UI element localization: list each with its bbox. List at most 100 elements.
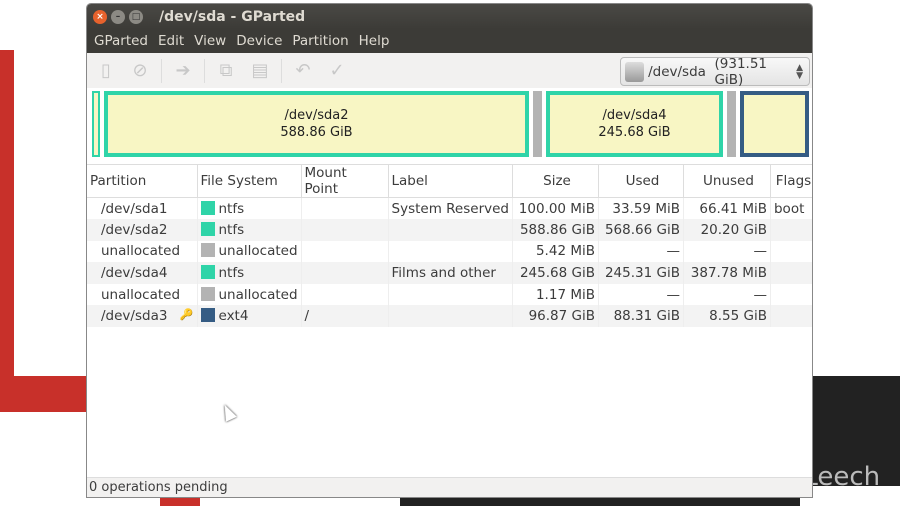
partition-name: /dev/sda2 (101, 221, 168, 238)
col-label[interactable]: Label (388, 164, 513, 198)
map-sda2[interactable]: /dev/sda2 588.86 GiB (104, 91, 529, 157)
window-title: /dev/sda - GParted (159, 8, 306, 25)
cell-mountpoint (301, 283, 389, 306)
cell-label (388, 219, 513, 241)
map-unallocated[interactable] (533, 91, 542, 157)
menu-edit[interactable]: Edit (153, 33, 189, 49)
filesystem: ntfs (218, 265, 245, 282)
resize-move-icon[interactable]: ➔ (170, 58, 196, 84)
table-row[interactable]: /dev/sda3 🔑 ext4 / 96.87 GiB 88.31 GiB 8.… (87, 305, 812, 328)
col-filesystem[interactable]: File System (197, 164, 302, 198)
cell-used: — (598, 283, 684, 306)
maximize-icon[interactable]: □ (129, 9, 143, 24)
minimize-icon[interactable]: – (111, 9, 125, 24)
filesystem: unallocated (218, 243, 298, 260)
cell-flags (770, 262, 812, 284)
undo-icon[interactable]: ↶ (290, 58, 316, 84)
table-row[interactable]: unallocated unallocated 1.17 MiB — — (87, 283, 812, 306)
cell-flags (770, 240, 812, 263)
cell-unused: 387.78 MiB (683, 262, 771, 284)
col-flags[interactable]: Flags (770, 164, 812, 198)
filesystem-color-swatch (200, 308, 215, 323)
background-shape (0, 376, 90, 412)
map-sda4-size: 245.68 GiB (598, 125, 671, 140)
col-unused[interactable]: Unused (683, 164, 771, 198)
partition-name: /dev/sda1 (101, 200, 168, 217)
cell-mountpoint (301, 240, 389, 263)
cell-filesystem: ntfs (197, 219, 302, 241)
col-size[interactable]: Size (512, 164, 599, 198)
copy-icon[interactable]: ⧉ (213, 58, 239, 84)
device-name: /dev/sda (648, 63, 706, 80)
table-row[interactable]: /dev/sda2 ntfs 588.86 GiB 568.66 GiB 20.… (87, 219, 812, 241)
divider (281, 58, 282, 83)
filesystem: unallocated (218, 286, 298, 303)
table-row[interactable]: unallocated unallocated 5.42 MiB — — (87, 240, 812, 263)
hard-disk-icon (625, 61, 645, 82)
divider (204, 58, 205, 83)
menu-device[interactable]: Device (231, 33, 287, 49)
table-row[interactable]: /dev/sda1 ntfs System Reserved 100.00 Mi… (87, 197, 812, 220)
cell-used: 88.31 GiB (598, 305, 684, 328)
map-sda2-name: /dev/sda2 (284, 108, 349, 123)
cell-label (388, 240, 513, 263)
menu-gparted[interactable]: GParted (89, 33, 153, 49)
cell-filesystem: unallocated (197, 283, 302, 306)
cell-label (388, 305, 513, 328)
partition-name: /dev/sda3 (101, 308, 168, 325)
apply-icon[interactable]: ✓ (324, 58, 350, 84)
cell-mountpoint (301, 262, 389, 284)
cell-size: 5.42 MiB (512, 240, 599, 263)
partition-table: Partition File System Mount Point Label … (87, 164, 812, 328)
new-icon[interactable]: ▯ (93, 58, 119, 84)
cell-size: 96.87 GiB (512, 305, 599, 328)
col-used[interactable]: Used (598, 164, 684, 198)
key-icon: 🔑 (179, 308, 194, 322)
device-size: (931.51 GiB) (714, 55, 768, 88)
toolbar: ▯ ⊘ ➔ ⧉ ▤ ↶ ✓ /dev/sda (931.51 GiB) ▲ ▼ (87, 53, 812, 88)
map-sda4[interactable]: /dev/sda4 245.68 GiB (546, 91, 723, 157)
cell-mountpoint (301, 219, 389, 241)
gparted-window: × – □ /dev/sda - GParted GParted Edit Vi… (86, 3, 813, 498)
delete-icon[interactable]: ⊘ (127, 58, 153, 84)
cell-size: 100.00 MiB (512, 197, 599, 220)
cell-unused: 66.41 MiB (683, 197, 771, 220)
menu-view[interactable]: View (189, 33, 231, 49)
filesystem: ntfs (218, 221, 245, 238)
partition-map: /dev/sda2 588.86 GiB /dev/sda4 245.68 Gi… (87, 88, 812, 161)
cell-unused: — (683, 240, 771, 263)
filesystem-color-swatch (200, 221, 215, 236)
filesystem: ntfs (218, 200, 245, 217)
background-shape (160, 498, 200, 506)
table-row[interactable]: /dev/sda4 ntfs Films and other 245.68 Gi… (87, 262, 812, 284)
partition-name: unallocated (101, 286, 181, 303)
cell-size: 245.68 GiB (512, 262, 599, 284)
filesystem-color-swatch (200, 286, 215, 301)
cell-label: System Reserved (388, 197, 513, 220)
col-partition[interactable]: Partition (87, 164, 198, 198)
filesystem: ext4 (218, 308, 249, 325)
map-sda3[interactable] (740, 91, 809, 157)
cell-used: — (598, 240, 684, 263)
cell-used: 245.31 GiB (598, 262, 684, 284)
menu-help[interactable]: Help (354, 33, 395, 49)
cell-filesystem: ext4 (197, 305, 302, 328)
menu-bar: GParted Edit View Device Partition Help (87, 29, 812, 53)
map-unallocated[interactable] (727, 91, 736, 157)
cell-flags (770, 219, 812, 241)
cell-partition: /dev/sda2 (87, 219, 198, 241)
cell-partition: /dev/sda3 🔑 (87, 305, 198, 328)
map-sda4-name: /dev/sda4 (602, 108, 667, 123)
col-mountpoint[interactable]: Mount Point (301, 164, 389, 198)
spinner-arrows-icon: ▲ ▼ (796, 62, 803, 81)
menu-partition[interactable]: Partition (287, 33, 353, 49)
cell-used: 568.66 GiB (598, 219, 684, 241)
filesystem-color-swatch (200, 243, 215, 258)
background-shape (0, 50, 14, 412)
cell-unused: — (683, 283, 771, 306)
cell-unused: 20.20 GiB (683, 219, 771, 241)
close-icon[interactable]: × (93, 9, 107, 24)
device-selector[interactable]: /dev/sda (931.51 GiB) ▲ ▼ (620, 55, 810, 88)
map-sda1[interactable] (92, 91, 100, 157)
paste-icon[interactable]: ▤ (247, 58, 273, 84)
